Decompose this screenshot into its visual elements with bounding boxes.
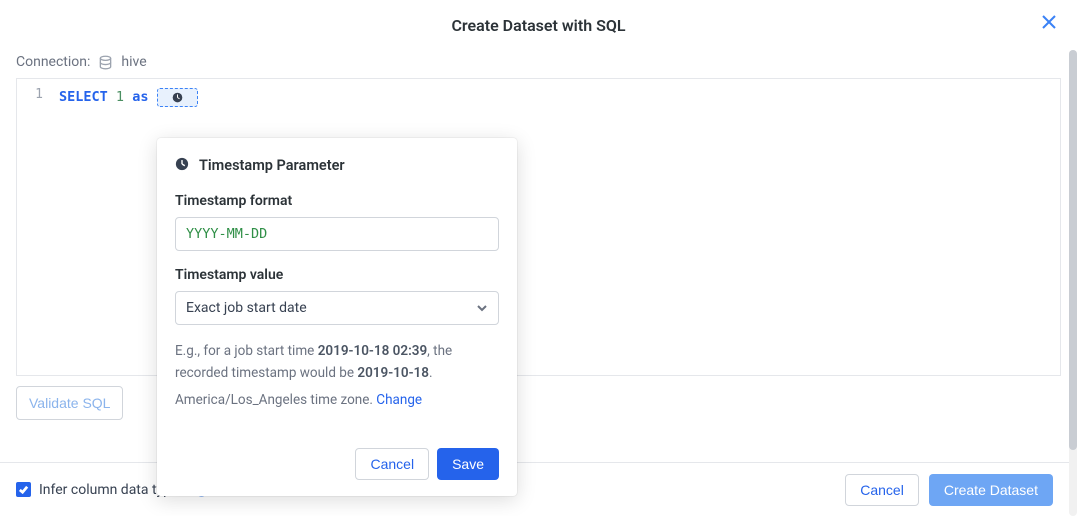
helper-text: E.g., for a job start time 2019-10-18 02… <box>175 341 499 384</box>
create-dataset-button[interactable]: Create Dataset <box>929 474 1053 506</box>
infer-types-checkbox[interactable] <box>16 482 31 497</box>
footer-cancel-button[interactable]: Cancel <box>845 474 919 506</box>
connection-name: hive <box>121 54 146 70</box>
timestamp-format-label: Timestamp format <box>175 193 499 209</box>
page-title: Create Dataset with SQL <box>451 16 625 35</box>
line-number: 1 <box>17 87 43 102</box>
timezone-text: America/Los_Angeles time zone. <box>175 392 376 408</box>
connection-label: Connection: <box>16 54 90 70</box>
sql-literal: 1 <box>116 89 124 105</box>
editor-gutter: 1 <box>17 79 49 375</box>
sql-keyword-as: as <box>132 89 148 105</box>
close-icon[interactable] <box>1041 14 1061 34</box>
change-timezone-link[interactable]: Change <box>376 392 422 408</box>
timestamp-value-select[interactable]: Exact job start date <box>175 291 499 325</box>
timezone-row: America/Los_Angeles time zone. Change <box>175 392 499 408</box>
popover-title: Timestamp Parameter <box>199 157 345 174</box>
sql-keyword-select: SELECT <box>59 89 108 105</box>
popover-cancel-button[interactable]: Cancel <box>355 448 429 480</box>
chevron-down-icon <box>476 302 488 314</box>
timestamp-parameter-token[interactable] <box>157 88 198 107</box>
clock-icon <box>172 92 183 103</box>
scrollbar-thumb[interactable] <box>1069 50 1077 450</box>
clock-icon <box>175 156 189 175</box>
validate-sql-button[interactable]: Validate SQL <box>16 386 123 420</box>
popover-save-button[interactable]: Save <box>437 448 499 480</box>
timestamp-value-label: Timestamp value <box>175 267 499 283</box>
scrollbar-track[interactable] <box>1069 50 1077 516</box>
timestamp-format-input[interactable] <box>175 217 499 251</box>
timestamp-parameter-popover: Timestamp Parameter Timestamp format Tim… <box>157 138 517 496</box>
database-icon <box>98 55 113 70</box>
timestamp-value-selected: Exact job start date <box>186 300 307 316</box>
